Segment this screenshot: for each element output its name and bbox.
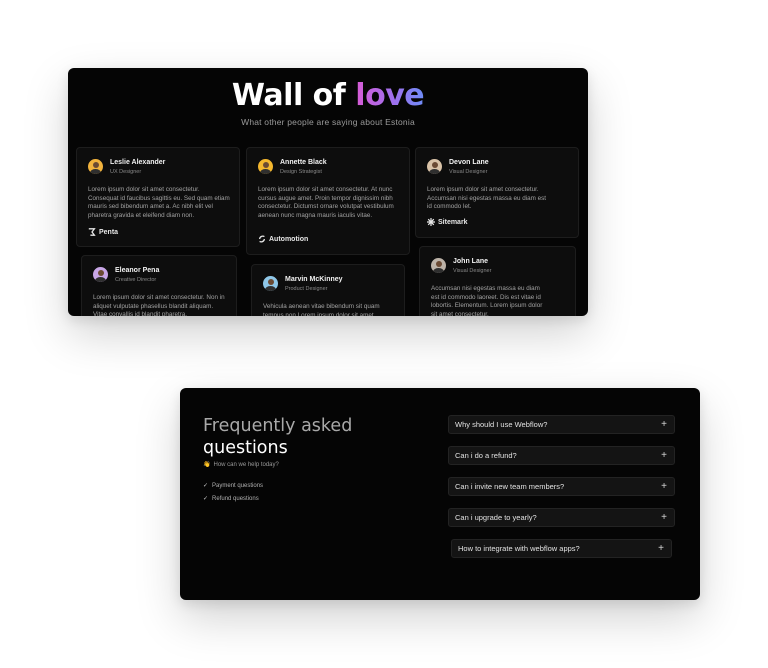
testimonial-text: Lorem ipsum dolor sit amet consectetur. … [88,186,230,219]
check-icon: ✓ [203,483,209,489]
wave-icon: 👋 [203,462,211,468]
testimonial-role: Visual Designer [453,267,492,274]
company-logo: Penta [88,228,118,236]
wall-title: Wall of love [68,78,588,113]
penta-logo-icon [88,228,96,236]
faq-title-line2: questions [203,438,288,458]
avatar [431,258,446,273]
testimonial-name: Marvin McKinney [285,276,343,283]
plus-icon[interactable]: + [661,509,667,526]
faq-section: Frequently asked questions 👋 How can we … [180,388,700,600]
plus-icon[interactable]: + [661,416,667,433]
faq-question-item[interactable]: Can i invite new team members? + [448,477,675,496]
faq-category-refund[interactable]: ✓ Refund questions [203,493,263,506]
avatar [258,159,273,174]
testimonial-role: Visual Designer [449,168,488,175]
testimonial-name: Eleanor Pena [115,267,160,274]
testimonial-role: UX Designer [110,168,142,175]
faq-question-item[interactable]: Can i do a refund? + [448,446,675,465]
testimonial-role: Product Designer [285,285,328,292]
faq-title-line1: Frequently asked [203,416,353,436]
testimonial-card: Eleanor Pena Creative Director Lorem ips… [81,255,237,316]
testimonial-role: Design Strategist [280,168,322,175]
testimonial-card: Marvin McKinney Product Designer Vehicul… [251,264,405,316]
testimonial-card: John Lane Visual Designer Accumsan nisi … [419,246,576,316]
company-name: Sitemark [438,218,468,226]
testimonial-text: Lorem ipsum dolor sit amet consectetur. … [258,186,394,219]
testimonial-name: Devon Lane [449,159,489,166]
testimonial-name: Leslie Alexander [110,159,166,166]
wall-of-love-section: Wall of love What other people are sayin… [68,68,588,316]
check-icon: ✓ [203,496,209,502]
plus-icon[interactable]: + [661,447,667,464]
faq-category-label: Payment questions [212,483,264,489]
automotion-logo-icon [258,235,266,243]
faq-category-payment[interactable]: ✓ Payment questions [203,480,263,493]
company-name: Automotion [269,235,309,243]
faq-category-label: Refund questions [212,496,259,502]
faq-question-item[interactable]: Why should I use Webflow? + [448,415,675,434]
testimonial-text: Vehicula aenean vitae bibendum sit quam … [263,303,380,316]
sitemark-logo-icon [427,218,435,226]
faq-question-text: Can i invite new team members? [455,482,565,491]
testimonial-text: Lorem ipsum dolor sit amet consectetur. … [93,294,225,316]
wall-title-accent: love [355,78,425,113]
plus-icon[interactable]: + [658,540,664,557]
faq-help-label: How can we help today? [213,461,279,468]
testimonial-role: Creative Director [115,276,157,283]
avatar [427,159,442,174]
faq-question-item[interactable]: Can i upgrade to yearly? + [448,508,675,527]
faq-help-text: 👋 How can we help today? [203,461,279,469]
testimonial-text: Lorem ipsum dolor sit amet consectetur. … [427,186,546,211]
testimonial-name: John Lane [453,258,489,265]
faq-question-text: Can i do a refund? [455,451,517,460]
company-logo: Automotion [258,235,308,243]
testimonial-card: Leslie Alexander UX Designer Lorem ipsum… [76,147,240,247]
avatar [263,276,278,291]
faq-question-text: Can i upgrade to yearly? [455,513,537,522]
faq-question-text: Why should I use Webflow? [455,420,548,429]
testimonial-card: Annette Black Design Strategist Lorem ip… [246,147,410,255]
wall-subtitle: What other people are saying about Eston… [241,117,415,127]
avatar [88,159,103,174]
faq-title: Frequently asked questions [203,415,352,459]
plus-icon[interactable]: + [661,478,667,495]
faq-category-list: ✓ Payment questions ✓ Refund questions [203,480,263,506]
faq-question-item[interactable]: How to integrate with webflow apps? + [451,539,672,558]
testimonial-name: Annette Black [280,159,327,166]
testimonial-card: Devon Lane Visual Designer Lorem ipsum d… [415,147,579,238]
company-logo: Sitemark [427,218,468,226]
company-name: Penta [99,228,119,236]
testimonial-text: Accumsan nisi egestas massa eu diam est … [431,285,543,316]
wall-title-main: Wall of [231,78,356,113]
faq-question-text: How to integrate with webflow apps? [458,544,580,553]
avatar [93,267,108,282]
